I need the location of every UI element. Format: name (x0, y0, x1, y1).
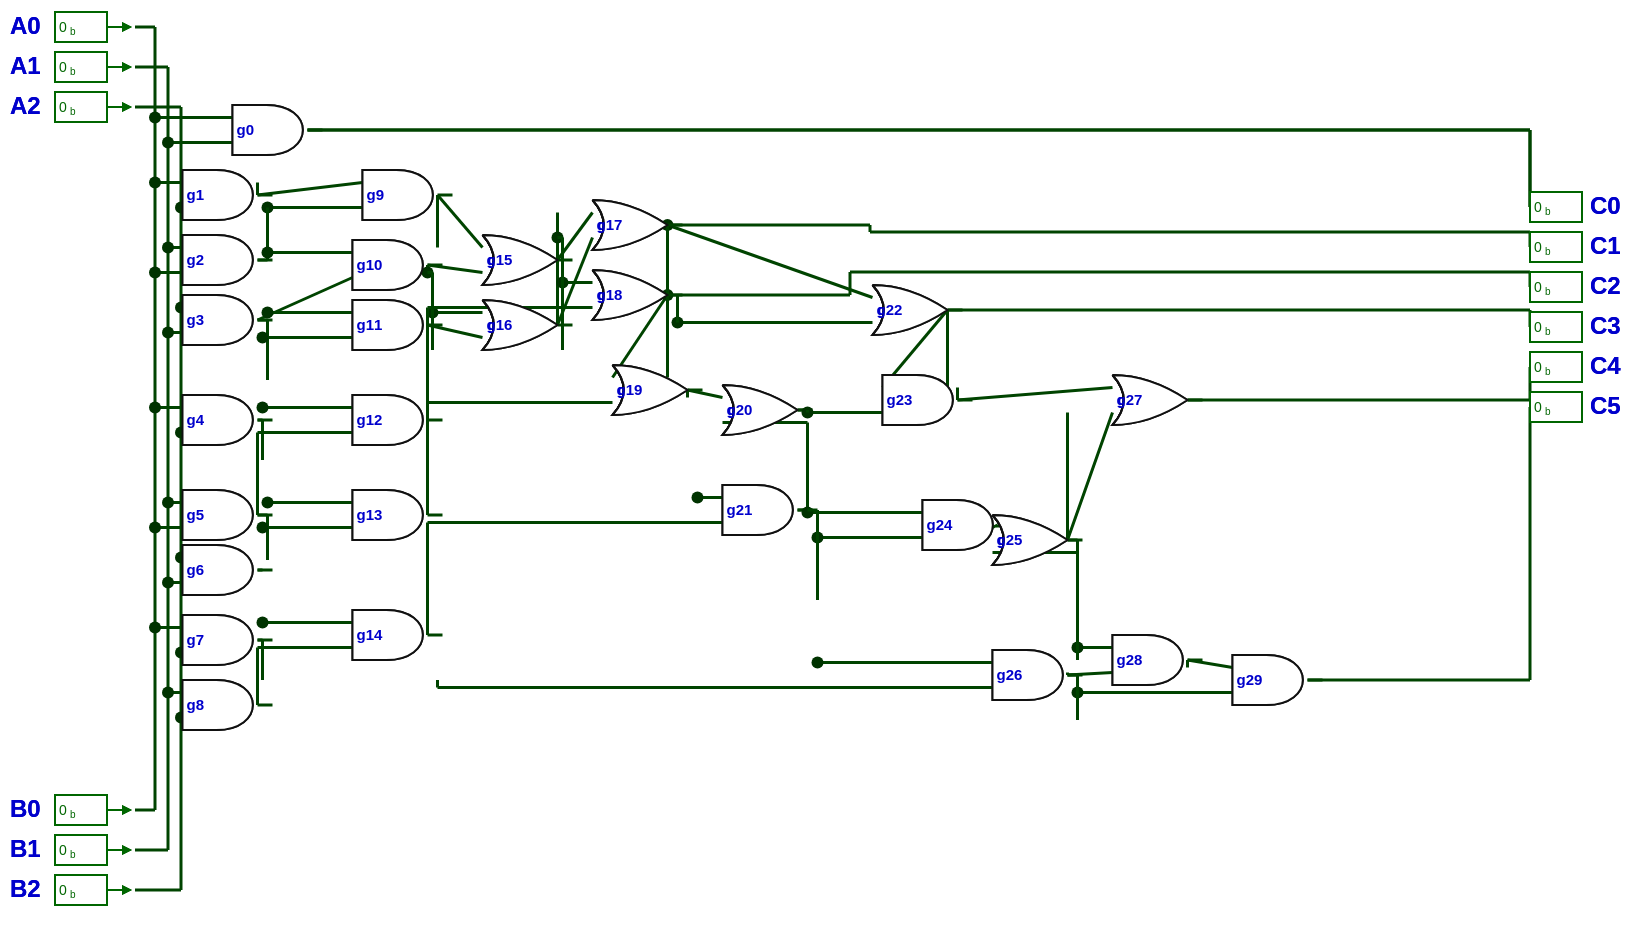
circuit-diagram (0, 0, 1638, 944)
